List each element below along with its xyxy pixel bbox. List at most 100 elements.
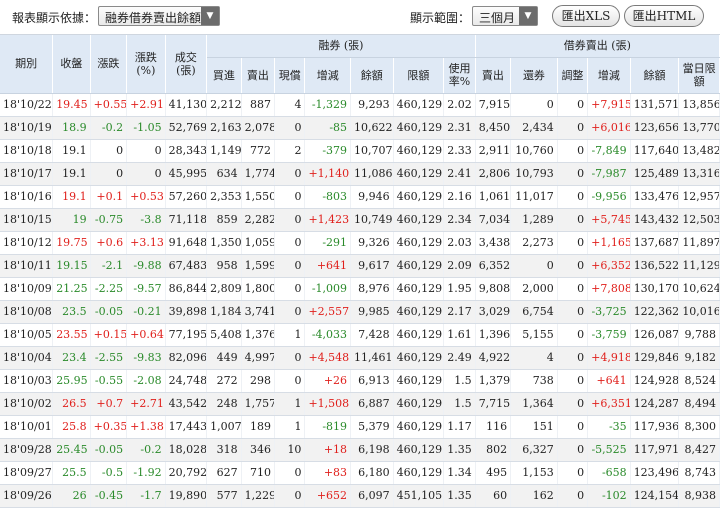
cell-close: 21.25 [52, 277, 91, 301]
cell-lending-sell: 7,034 [475, 208, 512, 232]
cell-margin-sell: 1,059 [241, 231, 276, 255]
cell-lending-return: 10,760 [510, 139, 558, 163]
cell-lending-adjust: 0 [557, 185, 589, 209]
cell-lending-return: 1,289 [510, 208, 558, 232]
basis-select[interactable]: 融券借券賣出餘額 ▼ [98, 6, 220, 26]
col-header-date[interactable]: 期別 [0, 35, 54, 94]
chevron-down-icon: ▼ [519, 7, 537, 25]
cell-change-pct: -2.08 [126, 369, 166, 393]
cell-lending-adjust: 0 [557, 254, 589, 278]
cell-lending-delta: +6,351 [587, 392, 631, 416]
cell-lending-balance: 125,489 [630, 162, 680, 186]
table-row: 18'10/22 19.45 +0.55 +2.91 41,130 2,212 887 4 -1… [0, 93, 720, 117]
cell-margin-sell: 2,078 [241, 116, 276, 140]
cell-margin-balance: 7,428 [350, 323, 394, 347]
col-header-margin-usage[interactable]: 使用率% [443, 57, 476, 94]
group-header-margin: 融券 (張) [206, 35, 476, 58]
cell-margin-buy: 2,809 [206, 277, 242, 301]
cell-lending-adjust: 0 [557, 461, 589, 485]
cell-close: 25.45 [52, 438, 91, 462]
cell-margin-sell: 1,229 [241, 484, 276, 508]
cell-margin-delta: -819 [304, 415, 352, 439]
col-header-lending-delta[interactable]: 增減 [587, 57, 631, 94]
table-row: 18'10/03 25.95 -0.55 -2.08 24,748 272 298 0 +26 6… [0, 369, 720, 393]
cell-volume: 41,130 [165, 93, 208, 117]
table-row: 18'10/11 19.15 -2.1 -9.88 67,483 958 1,599 0 +64… [0, 254, 720, 278]
cell-lending-return: 4 [510, 346, 558, 370]
cell-margin-balance: 11,086 [350, 162, 394, 186]
cell-date: 18'09/27 [0, 461, 54, 485]
cell-margin-limit: 460,129 [393, 438, 445, 462]
col-header-margin-sell[interactable]: 賣出 [241, 57, 276, 94]
col-header-change-pct[interactable]: 漲跌(%) [126, 35, 166, 94]
cell-margin-balance: 6,887 [350, 392, 394, 416]
cell-margin-buy: 248 [206, 392, 242, 416]
col-header-margin-balance[interactable]: 餘額 [350, 57, 394, 94]
cell-lending-return: 10,793 [510, 162, 558, 186]
cell-margin-buy: 2,163 [206, 116, 242, 140]
cell-margin-usage: 1.35 [443, 484, 476, 508]
cell-lending-return: 5,155 [510, 323, 558, 347]
table-row: 18'09/28 25.45 -0.05 -0.2 18,028 318 346 10 +18 6… [0, 438, 720, 462]
cell-lending-limit: 8,743 [678, 461, 720, 485]
cell-margin-buy: 2,353 [206, 185, 242, 209]
col-header-lending-return[interactable]: 還券 [510, 57, 558, 94]
cell-change-pct: -9.88 [126, 254, 166, 278]
cell-margin-limit: 460,129 [393, 277, 445, 301]
col-header-lending-balance[interactable]: 餘額 [630, 57, 680, 94]
cell-margin-usage: 2.17 [443, 300, 476, 324]
col-header-change[interactable]: 漲跌 [90, 35, 128, 94]
cell-lending-sell: 7,715 [475, 392, 512, 416]
cell-margin-spot: 0 [274, 162, 306, 186]
cell-lending-balance: 122,362 [630, 300, 680, 324]
cell-close: 25.95 [52, 369, 91, 393]
cell-margin-spot: 0 [274, 461, 306, 485]
cell-date: 18'10/05 [0, 323, 54, 347]
cell-volume: 19,890 [165, 484, 208, 508]
col-header-margin-limit[interactable]: 限額 [393, 57, 445, 94]
cell-margin-usage: 2.02 [443, 93, 476, 117]
cell-lending-delta: +4,918 [587, 346, 631, 370]
cell-date: 18'10/01 [0, 415, 54, 439]
cell-lending-sell: 495 [475, 461, 512, 485]
cell-volume: 71,118 [165, 208, 208, 232]
export-xls-button[interactable]: 匯出XLS [552, 5, 620, 27]
cell-lending-delta: +641 [587, 369, 631, 393]
col-header-margin-buy[interactable]: 買進 [206, 57, 242, 94]
col-header-margin-delta[interactable]: 增減 [304, 57, 352, 94]
cell-lending-return: 1,153 [510, 461, 558, 485]
cell-margin-limit: 460,129 [393, 346, 445, 370]
cell-margin-usage: 2.03 [443, 231, 476, 255]
export-html-button[interactable]: 匯出HTML [624, 5, 704, 27]
cell-lending-balance: 137,687 [630, 231, 680, 255]
col-header-close[interactable]: 收盤 [52, 35, 91, 94]
cell-date: 18'10/19 [0, 116, 54, 140]
cell-change-pct: +2.91 [126, 93, 166, 117]
col-header-margin-spot[interactable]: 現償 [274, 57, 306, 94]
cell-margin-balance: 9,293 [350, 93, 394, 117]
col-header-volume[interactable]: 成交(張) [165, 35, 208, 94]
cell-lending-balance: 143,432 [630, 208, 680, 232]
cell-change: -2.25 [90, 277, 128, 301]
cell-lending-limit: 10,624 [678, 277, 720, 301]
cell-margin-sell: 4,997 [241, 346, 276, 370]
cell-margin-buy: 958 [206, 254, 242, 278]
cell-close: 25.8 [52, 415, 91, 439]
cell-lending-delta: +6,016 [587, 116, 631, 140]
col-header-lending-limit[interactable]: 當日限額 [678, 57, 720, 94]
cell-margin-buy: 5,408 [206, 323, 242, 347]
cell-lending-sell: 60 [475, 484, 512, 508]
cell-margin-limit: 460,129 [393, 392, 445, 416]
cell-margin-limit: 460,129 [393, 116, 445, 140]
cell-lending-adjust: 0 [557, 392, 589, 416]
cell-lending-return: 151 [510, 415, 558, 439]
cell-lending-return: 0 [510, 254, 558, 278]
cell-margin-delta: +641 [304, 254, 352, 278]
range-select[interactable]: 三個月 ▼ [472, 6, 538, 26]
col-header-lending-sell[interactable]: 賣出 [475, 57, 512, 94]
cell-margin-limit: 460,129 [393, 461, 445, 485]
cell-margin-buy: 1,149 [206, 139, 242, 163]
col-header-lending-adjust[interactable]: 調整 [557, 57, 589, 94]
cell-lending-return: 738 [510, 369, 558, 393]
cell-margin-usage: 1.61 [443, 323, 476, 347]
